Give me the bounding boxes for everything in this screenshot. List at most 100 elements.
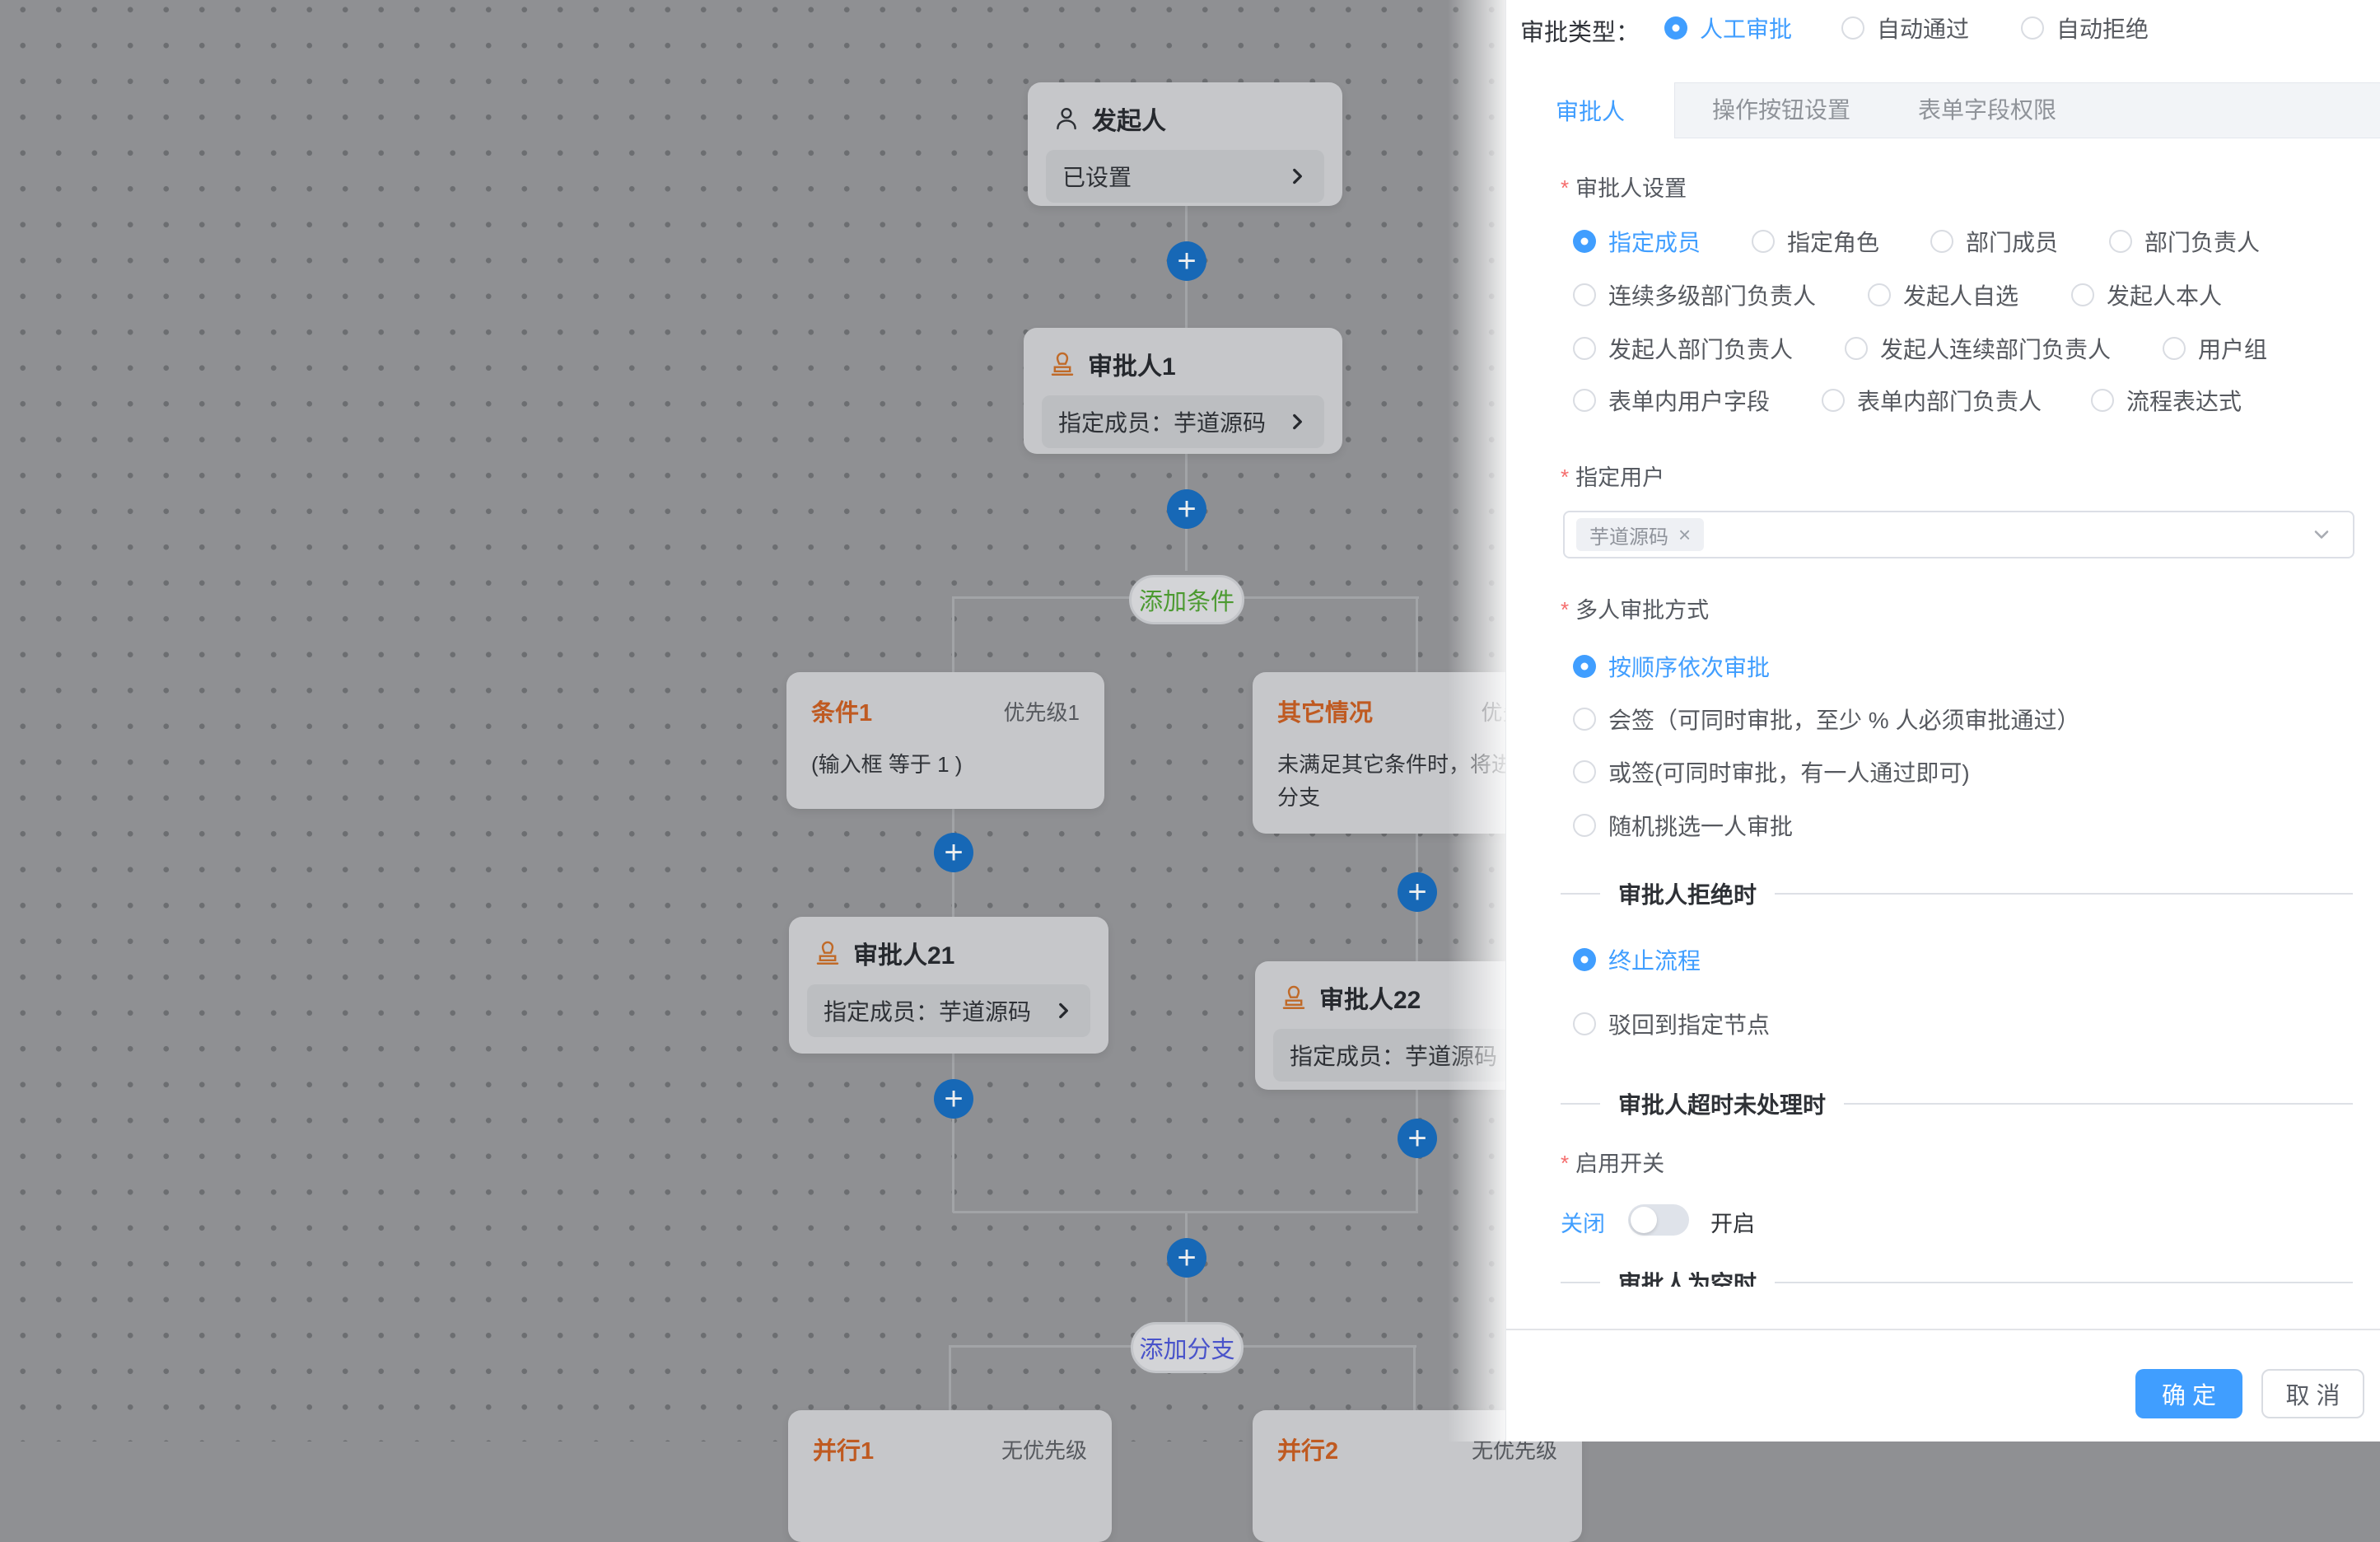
add-node-button[interactable]: + [1167,241,1206,281]
radio-option[interactable]: 部门负责人 [2109,225,2260,258]
radio-icon [1930,230,1953,253]
user-tag: 芋道源码 × [1576,518,1704,551]
connector-line [1413,1345,1416,1411]
node-title: 发起人 [1092,100,1166,137]
add-node-button[interactable]: + [934,1079,973,1119]
radio-option[interactable]: 用户组 [2163,332,2267,365]
approval-settings-drawer: 审批类型： 人工审批 自动通过 自动拒绝 审批人 操作按钮设置 表单字段权限 *… [1505,0,2380,1442]
radio-random-one[interactable]: 随机挑选一人审批 [1573,809,1793,842]
divider-line [1561,893,1600,895]
connector-line [949,1345,951,1411]
radio-icon [1752,230,1775,253]
radio-icon [1822,389,1845,412]
radio-icon [2163,337,2186,360]
radio-option[interactable]: 发起人本人 [2071,278,2222,311]
node-content[interactable]: 指定成员：芋道源码 [807,984,1090,1037]
enable-toggle[interactable] [1628,1204,1689,1236]
user-tag-label: 芋道源码 [1589,521,1668,549]
divider-title: 审批人超时未处理时 [1618,1087,1826,1120]
node-content[interactable]: 已设置 [1046,150,1324,203]
divider-line [1561,1103,1600,1105]
radio-icon [1868,283,1891,306]
add-branch-button[interactable]: 添加分支 [1131,1322,1244,1373]
connector-line [952,596,954,674]
divider-line [1561,1282,1600,1283]
radio-option[interactable]: 指定角色 [1752,225,1879,258]
radio-return-to-node[interactable]: 驳回到指定节点 [1573,1007,1770,1040]
plus-icon: + [944,836,963,869]
radio-option[interactable]: 发起人连续部门负责人 [1845,332,2111,365]
radio-option[interactable]: 发起人自选 [1868,278,2018,311]
radio-label: 驳回到指定节点 [1608,1007,1770,1040]
cancel-button[interactable]: 取 消 [2261,1369,2364,1418]
divider-line [1844,1103,2353,1105]
add-node-button[interactable]: + [1398,1119,1437,1158]
divider-line [1775,1282,2353,1283]
add-node-button[interactable]: + [1398,872,1437,912]
radio-label: 发起人本人 [2107,278,2222,311]
multi-approve-label: * 多人审批方式 [1561,591,1709,624]
required-asterisk: * [1561,597,1569,623]
radio-option[interactable]: 连续多级部门负责人 [1573,278,1816,311]
node-title: 审批人21 [853,935,954,971]
approver-setting-label: * 审批人设置 [1561,170,1687,203]
connector-line [952,1053,954,1213]
divider-title: 审批人为空时 [1618,1266,1757,1287]
node-content-text: 已设置 [1062,160,1132,193]
required-asterisk: * [1561,465,1569,490]
switch-on-label[interactable]: 开启 [1710,1206,1755,1238]
node-title: 并行2 [1277,1432,1338,1466]
radio-option[interactable]: 表单内用户字段 [1573,384,1770,417]
remove-tag-icon[interactable]: × [1678,524,1691,545]
node-priority: 优先级1 [1004,696,1080,727]
radio-option[interactable]: 部门成员 [1930,225,2058,258]
radio-label: 或签(可同时审批，有一人通过即可) [1608,755,1970,788]
radio-label: 表单内用户字段 [1608,384,1770,417]
radio-label: 指定角色 [1787,225,1879,258]
connector-line [1416,596,1418,674]
assign-user-label: * 指定用户 [1561,459,1664,492]
node-condition1[interactable]: 条件1 优先级1 (输入框 等于 1 ) [786,672,1104,809]
label-text: 审批人设置 [1575,171,1687,203]
radio-label: 连续多级部门负责人 [1608,278,1816,311]
radio-terminate-process[interactable]: 终止流程 [1573,943,1701,976]
node-approver1[interactable]: 审批人1 指定成员：芋道源码 [1024,328,1342,454]
user-select[interactable]: 芋道源码 × [1563,511,2354,558]
radio-option[interactable]: 发起人部门负责人 [1573,332,1793,365]
stamp-icon [1048,350,1076,378]
radio-option[interactable]: 指定成员 [1573,225,1701,258]
add-branch-label: 添加分支 [1139,1330,1234,1365]
label-text: 指定用户 [1575,460,1664,492]
plus-icon: + [1177,1241,1196,1274]
radio-icon [1573,230,1596,253]
radio-label: 会签（可同时审批，至少 % 人必须审批通过） [1608,703,2079,736]
radio-countersign[interactable]: 会签（可同时审批，至少 % 人必须审批通过） [1573,703,2079,736]
drawer-body: * 审批人设置 指定成员 指定角色 部门成员 部门负责人 连续多级部门负责人 发… [1506,0,2380,1287]
radio-option[interactable]: 表单内部门负责人 [1822,384,2042,417]
node-parallel1[interactable]: 并行1 无优先级 [788,1410,1112,1542]
radio-option[interactable]: 流程表达式 [2091,384,2242,417]
radio-label: 指定成员 [1608,225,1701,258]
radio-sequential[interactable]: 按顺序依次审批 [1573,650,1770,683]
chevron-right-icon [1286,411,1308,432]
radio-label: 表单内部门负责人 [1857,384,2042,417]
radio-icon [1573,708,1596,731]
chevron-down-icon [2310,523,2333,546]
add-node-button[interactable]: + [934,833,973,872]
radio-icon [1573,1012,1596,1035]
divider-line [1775,893,2353,895]
node-approver21[interactable]: 审批人21 指定成员：芋道源码 [789,917,1108,1054]
add-node-button[interactable]: + [1167,1238,1206,1278]
node-content[interactable]: 指定成员：芋道源码 [1042,395,1324,448]
toggle-knob [1631,1207,1657,1233]
reject-section-divider: 审批人拒绝时 [1561,880,2353,908]
add-condition-button[interactable]: 添加条件 [1129,575,1244,624]
node-initiator[interactable]: 发起人 已设置 [1028,82,1342,206]
stamp-icon [814,939,842,967]
enable-switch-label: * 启用开关 [1561,1145,1664,1178]
node-priority: 无优先级 [1001,1434,1087,1465]
radio-orsign[interactable]: 或签(可同时审批，有一人通过即可) [1573,755,1970,788]
add-node-button[interactable]: + [1167,489,1206,529]
confirm-button[interactable]: 确 定 [2135,1369,2242,1418]
switch-off-label[interactable]: 关闭 [1561,1206,1605,1238]
